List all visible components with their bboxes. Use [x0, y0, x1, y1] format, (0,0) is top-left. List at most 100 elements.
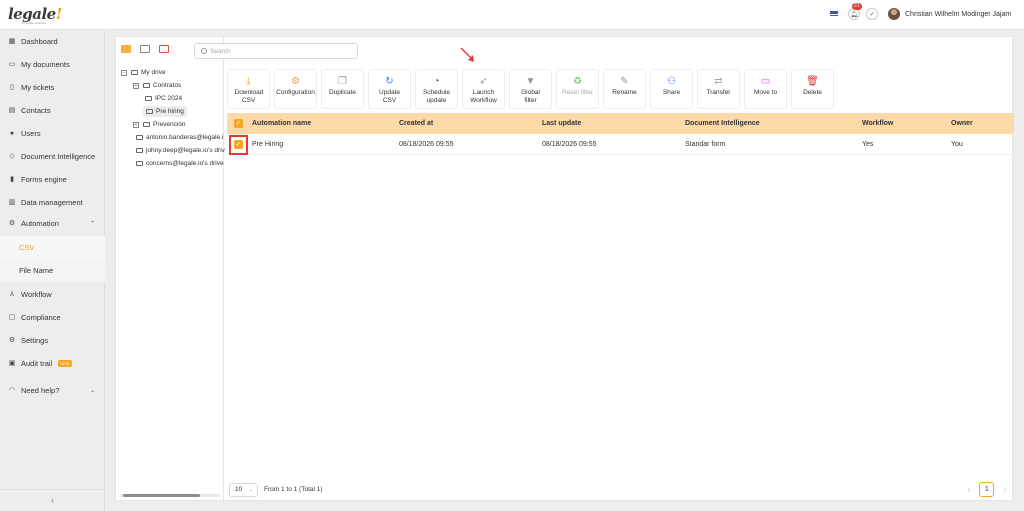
- share-user-icon: ⚇: [667, 76, 676, 87]
- cell-updated: 08/18/2026 09:55: [542, 141, 597, 148]
- chevron-up-icon: ⌃: [89, 220, 95, 227]
- workflow-icon: ⅄: [9, 291, 15, 298]
- sidebar-item-csv[interactable]: CSV: [0, 236, 105, 259]
- table-footer: 10 ⌄ From 1 to 1 (Total 1) ‹ 1 ›: [227, 481, 1014, 499]
- sidebar-item-workflow[interactable]: ⅄ Workflow: [0, 284, 105, 304]
- upload-folder-icon[interactable]: [140, 45, 150, 53]
- headset-icon: ◠: [8, 387, 16, 394]
- sidebar-item-label: Need help?: [21, 385, 60, 395]
- duplicate-button[interactable]: ❐ Duplicate: [321, 69, 364, 109]
- share-button[interactable]: ⚇ Share: [650, 69, 693, 109]
- column-header-updated[interactable]: Last update: [542, 113, 581, 134]
- sidebar-item-label: Contacts: [21, 105, 51, 115]
- page-size-select[interactable]: 10 ⌄: [229, 483, 258, 497]
- global-filter-button[interactable]: ▼ Global filter: [509, 69, 552, 109]
- avatar[interactable]: [888, 8, 900, 20]
- sidebar-item-forms-engine[interactable]: ▮ Forms engine: [0, 169, 105, 189]
- sidebar-item-label: Dashboard: [21, 36, 58, 46]
- filter-icon: ▼: [525, 76, 536, 87]
- sidebar-collapse-button[interactable]: ‹: [0, 489, 105, 511]
- cell-owner: You: [951, 141, 963, 148]
- sidebar-item-need-help[interactable]: ◠ Need help? ⌄: [0, 380, 105, 400]
- rename-button[interactable]: ✎ Rename: [603, 69, 646, 109]
- tree-node-shared-concerns[interactable]: concerns@legale.io's drive: [136, 158, 224, 169]
- update-csv-button[interactable]: ↻ Update CSV: [368, 69, 411, 109]
- sidebar-item-document-intelligence[interactable]: ◇ Document Intelligence: [0, 146, 105, 166]
- main-panel: − My drive + Contratos IPC 2024 Pre hiring…: [115, 36, 1014, 502]
- sidebar-item-contacts[interactable]: ▤ Contacts: [0, 100, 105, 120]
- sidebar-item-label: Settings: [21, 335, 49, 345]
- select-all-checkbox[interactable]: ✓: [234, 119, 243, 128]
- sidebar-item-data-management[interactable]: ▥ Data management: [0, 192, 105, 212]
- tree-node-shared-antonio[interactable]: antonio.banderas@legale.i: [136, 132, 223, 143]
- scrollbar-thumb[interactable]: [123, 494, 200, 497]
- folder-icon: [143, 83, 150, 88]
- schedule-update-button[interactable]: ◔ Schedule update: [415, 69, 458, 109]
- move-to-button[interactable]: ▭ Move to: [744, 69, 787, 109]
- table-header: ✓ Automation name Created at Last update…: [227, 113, 1014, 134]
- tree-node-contratos[interactable]: + Contratos: [133, 80, 181, 91]
- language-flag-icon[interactable]: [830, 11, 838, 17]
- user-name[interactable]: Christian Wilhelm Modinger Jajam: [905, 11, 1011, 18]
- search-input[interactable]: Search: [194, 43, 358, 59]
- expand-icon[interactable]: +: [133, 82, 139, 89]
- sidebar-item-dashboard[interactable]: ▦ Dashboard: [0, 31, 105, 51]
- sidebar-item-users[interactable]: ● Users: [0, 123, 105, 143]
- sidebar-item-automation[interactable]: ⚙ Automation ⌃: [0, 213, 105, 233]
- next-page-icon[interactable]: ›: [1003, 485, 1006, 494]
- settings-icon: ⚙: [8, 337, 16, 344]
- page-number-button[interactable]: 1: [979, 482, 995, 497]
- download-csv-button[interactable]: ⤓ Download CSV: [227, 69, 270, 109]
- user-icon: ●: [9, 129, 15, 137]
- sidebar-item-file-name[interactable]: File Name: [0, 259, 105, 282]
- sidebar-item-label: Compliance: [21, 312, 61, 322]
- sidebar-item-compliance[interactable]: ▢ Compliance: [0, 307, 105, 327]
- schedule-icon: ◔: [433, 76, 440, 87]
- gear-icon: ⚙: [291, 76, 300, 87]
- collapse-icon[interactable]: −: [121, 69, 127, 76]
- tree-node-pre-hiring[interactable]: Pre hiring: [143, 106, 187, 117]
- button-label: Launch Workflow: [470, 89, 497, 104]
- reset-filter-button[interactable]: ♻ Reset filter: [556, 69, 599, 109]
- button-label: Share: [662, 89, 681, 96]
- tree-scrollbar[interactable]: [120, 494, 220, 497]
- table-row[interactable]: ✓ Pre Hiring 08/18/2026 09:55 08/18/2026…: [227, 134, 1014, 155]
- tasks-icon[interactable]: ✓: [866, 8, 878, 20]
- column-header-name[interactable]: Automation name: [252, 113, 311, 134]
- button-label: Update CSV: [379, 89, 400, 104]
- transfer-button[interactable]: ⇄ Transfer: [697, 69, 740, 109]
- button-label: Transfer: [706, 89, 731, 96]
- prev-page-icon[interactable]: ‹: [968, 485, 971, 494]
- button-label: Rename: [612, 89, 637, 96]
- sidebar-item-settings[interactable]: ⚙ Settings: [0, 330, 105, 350]
- copy-icon: ❐: [338, 76, 347, 87]
- annotation-arrow-icon: [460, 47, 474, 62]
- expand-icon[interactable]: +: [133, 121, 139, 128]
- tree-node-shared-johny[interactable]: johny.deep@legale.io's driv: [136, 145, 225, 156]
- cell-name[interactable]: Pre Hiring: [252, 134, 283, 155]
- tree-node-prevencion[interactable]: + Prevención: [133, 119, 186, 130]
- tree-node-my-drive[interactable]: − My drive: [121, 67, 166, 78]
- delete-button[interactable]: 🗑︎ Delete: [791, 69, 834, 109]
- column-header-created[interactable]: Created at: [399, 113, 433, 134]
- configuration-button[interactable]: ⚙ Configuration: [274, 69, 317, 109]
- delete-folder-icon[interactable]: [159, 45, 169, 53]
- sidebar-item-audit-trail[interactable]: ▣ Audit trail NEW: [0, 353, 105, 373]
- sidebar-item-label: Workflow: [21, 289, 52, 299]
- tree-node-label: concerns@legale.io's drive: [146, 160, 224, 167]
- column-header-doc-intel[interactable]: Document Intelligence: [685, 113, 760, 134]
- dashboard-icon: ▦: [8, 38, 16, 45]
- button-label: Move to: [753, 89, 778, 96]
- logo-accent: !: [55, 5, 63, 23]
- sidebar-item-my-documents[interactable]: ▭ My documents: [0, 54, 105, 74]
- sidebar-item-label: File Name: [19, 266, 54, 275]
- column-header-owner[interactable]: Owner: [951, 113, 973, 134]
- notification-badge: 21: [852, 3, 862, 10]
- tree-node-ipc-2024[interactable]: IPC 2024: [145, 93, 182, 104]
- column-header-workflow[interactable]: Workflow: [862, 113, 893, 134]
- refresh-icon: ↻: [385, 76, 394, 87]
- sidebar-item-my-tickets[interactable]: ▯ My tickets: [0, 77, 105, 97]
- new-folder-icon[interactable]: [121, 45, 131, 53]
- launch-workflow-button[interactable]: ➶ Launch Workflow: [462, 69, 505, 109]
- tree-node-label: Prevención: [153, 121, 186, 128]
